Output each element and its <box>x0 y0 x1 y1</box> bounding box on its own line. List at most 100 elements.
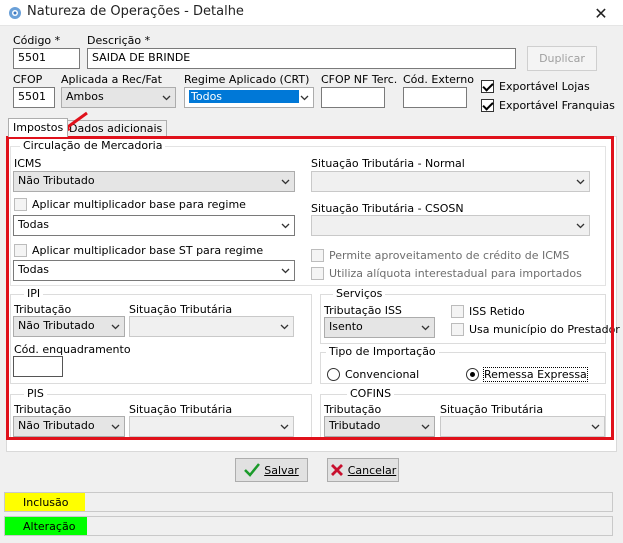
credito-label: Permite aproveitamento de crédito de ICM… <box>329 249 570 262</box>
trib-iss-value: Isento <box>329 320 363 333</box>
checkbox-unchecked-icon <box>451 305 464 318</box>
exportavel-franquias-label: Exportável Franquias <box>499 99 615 112</box>
window-title: Natureza de Operações - Detalhe <box>27 4 244 19</box>
cancelar-button[interactable]: Cancelar <box>327 458 399 482</box>
cod-externo-label: Cód. Externo <box>403 73 474 86</box>
servicos-group-label: Serviços <box>333 287 386 300</box>
aplicada-label: Aplicada a Rec/Fat <box>61 73 162 86</box>
exportavel-franquias-checkbox[interactable]: Exportável Franquias <box>481 99 615 112</box>
circulacao-group-label: Circulação de Mercadoria <box>20 139 166 152</box>
usa-municipio-label: Usa município do Prestador <box>469 323 620 336</box>
icms-value: Não Tributado <box>18 174 95 187</box>
mult-st-select[interactable]: Todas <box>13 260 295 281</box>
mult-base-checkbox[interactable]: Aplicar multiplicador base para regime <box>14 198 246 211</box>
cfop-input[interactable]: 5501 <box>13 87 55 108</box>
cancel-x-icon <box>330 464 343 476</box>
credito-checkbox[interactable]: Permite aproveitamento de crédito de ICM… <box>311 249 569 262</box>
codigo-input[interactable]: 5501 <box>13 48 80 69</box>
mult-base-value: Todas <box>18 218 50 231</box>
chevron-down-icon <box>281 179 290 185</box>
ipi-tributacao-label: Tributação <box>14 303 72 316</box>
sit-normal-label: Situação Tributária - Normal <box>311 157 465 170</box>
status-alteracao-bar: Alteração <box>4 516 613 536</box>
descricao-input[interactable]: SAIDA DE BRINDE <box>87 48 516 69</box>
cfop-nf-input[interactable] <box>321 87 385 108</box>
exportavel-lojas-label: Exportável Lojas <box>499 80 590 93</box>
tab-impostos[interactable]: Impostos <box>8 118 69 137</box>
aplicada-select[interactable]: Ambos <box>61 87 176 108</box>
ipi-situacao-select[interactable] <box>129 316 294 337</box>
pis-group-label: PIS <box>24 387 47 400</box>
close-button[interactable]: ✕ <box>584 2 618 24</box>
trib-iss-select[interactable]: Isento <box>324 317 435 338</box>
chevron-down-icon <box>162 95 171 101</box>
regime-select[interactable]: Todos <box>184 87 314 108</box>
importacao-group-label: Tipo de Importação <box>326 345 439 358</box>
cofins-situacao-select[interactable] <box>440 416 605 437</box>
mult-st-label: Aplicar multiplicador base ST para regim… <box>32 244 264 257</box>
radio-unchecked-icon <box>327 368 340 381</box>
chevron-down-icon <box>576 223 585 229</box>
cfop-label: CFOP <box>13 73 43 86</box>
cod-externo-input[interactable] <box>403 87 467 108</box>
codigo-label: Código * <box>13 34 61 47</box>
chevron-down-icon <box>421 325 430 331</box>
aplicada-value: Ambos <box>66 90 104 103</box>
app-gear-icon <box>9 7 21 19</box>
mult-st-checkbox[interactable]: Aplicar multiplicador base ST para regim… <box>14 244 263 257</box>
status-alteracao: Alteração <box>5 517 87 535</box>
ipi-group-label: IPI <box>24 287 44 300</box>
status-inclusao: Inclusão <box>5 493 85 511</box>
salvar-button[interactable]: Salvar <box>235 458 308 482</box>
remessa-label: Remessa Expressa <box>483 367 588 382</box>
mult-base-select[interactable]: Todas <box>13 215 295 236</box>
mult-st-value: Todas <box>18 263 50 276</box>
icms-select[interactable]: Não Tributado <box>13 171 295 192</box>
chevron-down-icon <box>281 268 290 274</box>
pis-situacao-select[interactable] <box>129 416 294 437</box>
salvar-label: Salvar <box>264 463 299 477</box>
cofins-tributacao-value: Tributado <box>329 419 381 432</box>
checkbox-unchecked-icon <box>311 267 324 280</box>
pis-situacao-label: Situação Tributária <box>129 403 233 416</box>
cofins-tributacao-select[interactable]: Tributado <box>324 416 435 437</box>
exportavel-lojas-checkbox[interactable]: Exportável Lojas <box>481 80 590 93</box>
pis-tributacao-select[interactable]: Não Tributado <box>13 416 125 437</box>
regime-value: Todos <box>189 90 299 103</box>
cofins-situacao-label: Situação Tributária <box>440 403 544 416</box>
remessa-radio[interactable]: Remessa Expressa <box>466 367 588 382</box>
checkbox-unchecked-icon <box>311 249 324 262</box>
sit-normal-select[interactable] <box>311 171 590 192</box>
checkmark-icon <box>244 463 261 477</box>
iss-retido-checkbox[interactable]: ISS Retido <box>451 305 525 318</box>
duplicar-button[interactable]: Duplicar <box>527 46 597 71</box>
chevron-down-icon <box>280 324 289 330</box>
chevron-down-icon <box>591 424 600 430</box>
aliquota-checkbox[interactable]: Utiliza alíquota interestadual para impo… <box>311 267 582 280</box>
icms-label: ICMS <box>14 157 42 170</box>
checkbox-unchecked-icon <box>14 244 27 257</box>
chevron-down-icon <box>300 95 309 101</box>
chevron-down-icon <box>576 179 585 185</box>
enquadramento-label: Cód. enquadramento <box>14 343 131 356</box>
status-inclusao-bar: Inclusão <box>4 492 613 512</box>
ipi-tributacao-value: Não Tributado <box>18 319 95 332</box>
chevron-down-icon <box>111 324 120 330</box>
convencional-label: Convencional <box>345 368 420 381</box>
ipi-tributacao-select[interactable]: Não Tributado <box>13 316 125 337</box>
cofins-group-label: COFINS <box>347 387 395 400</box>
sit-csosn-select[interactable] <box>311 215 590 236</box>
trib-iss-label: Tributação ISS <box>324 304 402 317</box>
iss-retido-label: ISS Retido <box>469 305 525 318</box>
cancelar-label: Cancelar <box>347 463 397 477</box>
checkbox-checked-icon <box>481 99 494 112</box>
regime-label: Regime Aplicado (CRT) <box>184 73 310 86</box>
chevron-down-icon <box>421 424 430 430</box>
usa-municipio-checkbox[interactable]: Usa município do Prestador <box>451 323 620 336</box>
checkbox-unchecked-icon <box>14 198 27 211</box>
enquadramento-input[interactable] <box>13 356 63 377</box>
cofins-tributacao-label: Tributação <box>324 403 382 416</box>
ipi-situacao-label: Situação Tributária <box>129 303 233 316</box>
convencional-radio[interactable]: Convencional <box>327 368 419 381</box>
checkbox-checked-icon <box>481 80 494 93</box>
